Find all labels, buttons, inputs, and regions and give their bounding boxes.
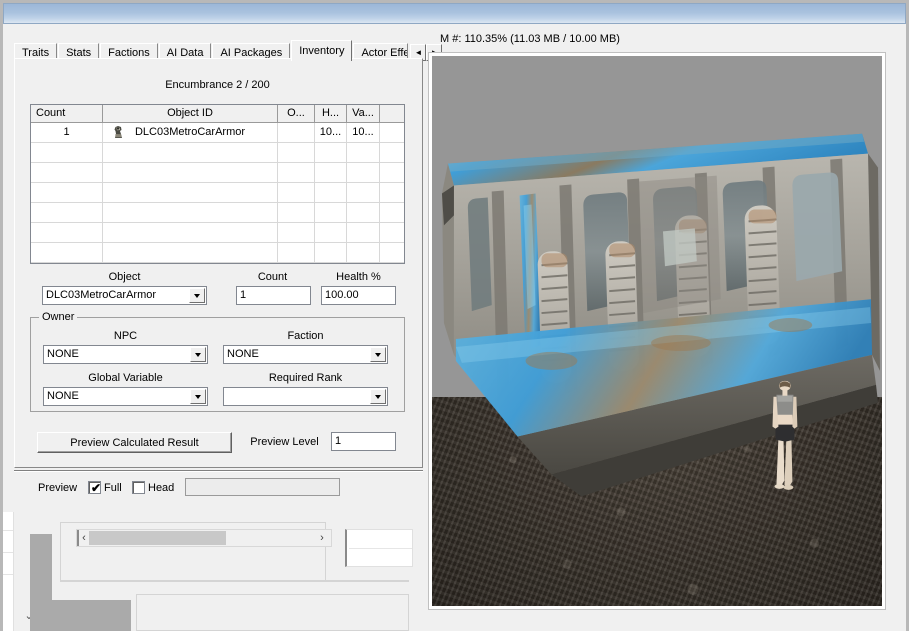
table-row[interactable]: 1 DLC03MetroCarArmor 10... 10... bbox=[31, 123, 404, 143]
preview-label: Preview bbox=[38, 482, 88, 494]
left-scroll-strip bbox=[3, 512, 14, 631]
faction-combobox-value: NONE bbox=[227, 348, 259, 360]
head-label: Head bbox=[148, 482, 183, 494]
faction-combobox[interactable]: NONE bbox=[223, 345, 388, 364]
cell-object-id: DLC03MetroCarArmor bbox=[103, 123, 278, 142]
horizontal-scrollbar[interactable]: ‹ › bbox=[76, 529, 332, 547]
inventory-grid-header: Count Object ID O... H... Va... bbox=[31, 105, 404, 123]
render-viewport-frame bbox=[428, 52, 886, 610]
preview-calculated-result-button[interactable]: Preview Calculated Result bbox=[37, 432, 232, 453]
npc-combobox[interactable]: NONE bbox=[43, 345, 208, 364]
menu-strip bbox=[3, 24, 906, 32]
required-rank-combobox[interactable] bbox=[223, 387, 388, 406]
title-bar[interactable] bbox=[3, 3, 906, 24]
required-rank-label: Required Rank bbox=[223, 372, 388, 384]
object-combobox-value: DLC03MetroCarArmor bbox=[46, 289, 156, 301]
render-viewport[interactable] bbox=[432, 56, 882, 606]
chevron-down-icon[interactable] bbox=[189, 288, 205, 303]
armor-item-icon bbox=[111, 125, 126, 140]
chevron-down-icon[interactable] bbox=[370, 347, 386, 362]
faction-label: Faction bbox=[223, 330, 388, 342]
health-input[interactable]: 100.00 bbox=[321, 286, 396, 305]
inventory-grid[interactable]: Count Object ID O... H... Va... 1 bbox=[30, 104, 405, 264]
column-header-spacer[interactable] bbox=[380, 105, 404, 122]
table-row-empty[interactable] bbox=[31, 203, 404, 223]
preview-level-input[interactable]: 1 bbox=[331, 432, 396, 451]
cell-va: 10... bbox=[347, 123, 380, 142]
full-label: Full bbox=[104, 482, 134, 494]
bottom-right-panel bbox=[136, 594, 409, 631]
bottom-white-box[interactable] bbox=[345, 529, 413, 567]
column-header-o[interactable]: O... bbox=[278, 105, 315, 122]
column-header-h[interactable]: H... bbox=[315, 105, 347, 122]
encumbrance-label: Encumbrance 2 / 200 bbox=[15, 79, 420, 91]
checkmark-icon: ✔ bbox=[91, 482, 101, 494]
inventory-tab-panel: Encumbrance 2 / 200 Count Object ID O...… bbox=[14, 58, 423, 468]
count-label: Count bbox=[230, 271, 315, 283]
preview-level-label: Preview Level bbox=[237, 436, 332, 448]
count-input[interactable]: 1 bbox=[236, 286, 311, 305]
head-checkbox[interactable] bbox=[132, 481, 145, 494]
npc-label: NPC bbox=[43, 330, 208, 342]
memory-status-text: M #: 110.35% (11.03 MB / 10.00 MB) bbox=[440, 33, 620, 45]
application-window: M #: 110.35% (11.03 MB / 10.00 MB) Trait… bbox=[0, 0, 909, 631]
table-row-empty[interactable] bbox=[31, 243, 404, 263]
tab-label: Inventory bbox=[299, 45, 344, 57]
object-combobox[interactable]: DLC03MetroCarArmor bbox=[42, 286, 207, 305]
metro-car-model bbox=[432, 56, 882, 606]
owner-group-box: Owner NPC Faction NONE NONE Global Varia… bbox=[30, 317, 405, 412]
table-row-empty[interactable] bbox=[31, 263, 404, 264]
npc-combobox-value: NONE bbox=[47, 348, 79, 360]
chevron-down-icon[interactable] bbox=[370, 389, 386, 404]
table-row-empty[interactable] bbox=[31, 163, 404, 183]
full-checkbox[interactable]: ✔ bbox=[88, 481, 101, 494]
global-variable-label: Global Variable bbox=[43, 372, 208, 384]
table-row-empty[interactable] bbox=[31, 223, 404, 243]
bottom-divider bbox=[60, 580, 409, 582]
object-label: Object bbox=[42, 271, 207, 283]
health-label: Health % bbox=[317, 271, 400, 283]
scroll-right-icon[interactable]: › bbox=[316, 531, 328, 545]
table-row-empty[interactable] bbox=[31, 143, 404, 163]
cell-h: 10... bbox=[315, 123, 347, 142]
tab-inventory[interactable]: Inventory bbox=[291, 40, 352, 61]
chevron-down-icon[interactable] bbox=[190, 389, 206, 404]
column-header-count[interactable]: Count bbox=[31, 105, 103, 122]
column-header-object-id[interactable]: Object ID bbox=[103, 105, 278, 122]
column-header-va[interactable]: Va... bbox=[347, 105, 380, 122]
global-variable-combobox[interactable]: NONE bbox=[43, 387, 208, 406]
panel-separator bbox=[14, 470, 423, 472]
head-input[interactable] bbox=[185, 478, 340, 496]
global-variable-combobox-value: NONE bbox=[47, 390, 79, 402]
cell-extra bbox=[380, 123, 404, 142]
table-row-empty[interactable] bbox=[31, 183, 404, 203]
scrollbar-thumb[interactable] bbox=[89, 531, 226, 545]
bottom-gray-row bbox=[30, 600, 131, 631]
chevron-down-icon[interactable] bbox=[190, 347, 206, 362]
cell-object-id-text: DLC03MetroCarArmor bbox=[135, 126, 245, 138]
cell-o bbox=[278, 123, 315, 142]
owner-group-title: Owner bbox=[39, 311, 77, 323]
cell-count: 1 bbox=[31, 123, 103, 142]
inventory-grid-body: 1 DLC03MetroCarArmor 10... 10... bbox=[31, 123, 404, 264]
